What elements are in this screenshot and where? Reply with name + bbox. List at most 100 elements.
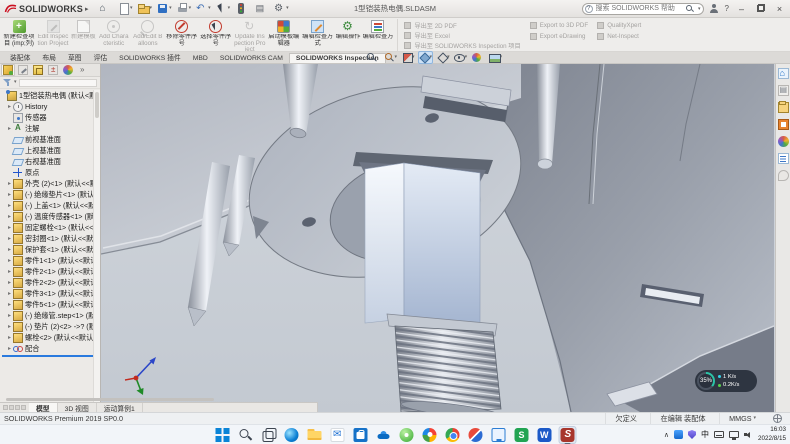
tray-monitor-icon[interactable]: [729, 431, 739, 438]
tree-item[interactable]: ▸ (-) 绝缘垫片<1> (默认<<默认>_显: [0, 189, 100, 200]
taskbar-item[interactable]: [214, 426, 232, 444]
dropdown-caret-icon[interactable]: ▾: [130, 6, 133, 11]
taskbar-item[interactable]: [536, 426, 554, 444]
taskbar-item[interactable]: [398, 426, 416, 444]
taskbar-item[interactable]: [513, 426, 531, 444]
taskbar-item[interactable]: [352, 426, 370, 444]
ribbon-button[interactable]: 编辑检查方: [362, 19, 395, 51]
dropdown-caret-icon[interactable]: ▾: [753, 416, 756, 421]
expand-caret-icon[interactable]: ▸: [6, 103, 13, 110]
tab-nav-buttons[interactable]: [0, 403, 29, 412]
tree-item[interactable]: ▸ 保护套<1> (默认<<默认>_显示状: [0, 244, 100, 255]
tree-item[interactable]: ▸ 右视基准面: [0, 156, 100, 167]
status-item[interactable]: 欠定义 ▾: [605, 413, 650, 424]
tree-root-item[interactable]: ▸ 1型铠装热电偶 (默认<默认_显示状态-1: [0, 90, 100, 101]
ribbon-button[interactable]: Add Characteristic: [97, 19, 131, 51]
expand-caret-icon[interactable]: ▸: [6, 312, 13, 319]
filter-caret-icon[interactable]: ▾: [14, 80, 17, 85]
tree-item[interactable]: ▸ 零件2<1> (默认<<默认>_显示状态: [0, 266, 100, 277]
manager-tab[interactable]: [31, 64, 45, 76]
globe-icon[interactable]: [773, 414, 782, 423]
menu-flyout-arrow[interactable]: ▸: [85, 5, 89, 13]
task-pane-tab[interactable]: [777, 84, 790, 97]
task-pane-tab[interactable]: [777, 101, 790, 114]
ribbon-button[interactable]: Update Inspection Project: [233, 19, 267, 51]
expand-caret-icon[interactable]: ▸: [6, 180, 13, 187]
expand-caret-icon[interactable]: ▸: [6, 301, 13, 308]
dropdown-caret-icon[interactable]: ▾: [189, 6, 192, 11]
expand-caret-icon[interactable]: ▸: [6, 257, 13, 264]
minimize-button[interactable]: –: [735, 3, 748, 15]
dropdown-caret-icon[interactable]: ▾: [228, 6, 231, 11]
search-caret-icon[interactable]: ▾: [698, 6, 701, 12]
quick-tool-button[interactable]: ▾: [99, 3, 114, 14]
ribbon-tab[interactable]: SOLIDWORKS 插件: [113, 51, 187, 63]
ribbon-button[interactable]: Edit Inspection Project: [36, 19, 70, 51]
close-button[interactable]: ×: [773, 3, 786, 15]
expand-caret-icon[interactable]: ▸: [6, 246, 13, 253]
export-button[interactable]: 导出至 SOLIDWORKS Inspection 项目: [404, 41, 520, 50]
keyboard-icon[interactable]: [714, 431, 724, 438]
tree-item[interactable]: ▸ 前视基准面: [0, 134, 100, 145]
tree-item[interactable]: ▸ 注解: [0, 123, 100, 134]
taskbar-item[interactable]: [283, 426, 301, 444]
export-button[interactable]: 导出至 2D PDF: [404, 21, 520, 30]
tray-shield-icon[interactable]: [688, 430, 696, 439]
taskbar-item[interactable]: [490, 426, 508, 444]
manager-tab[interactable]: [1, 64, 15, 76]
tree-item[interactable]: ▸ 零件1<1> (默认<<默认>_显示状态: [0, 255, 100, 266]
taskbar-item[interactable]: [260, 426, 278, 444]
taskbar-item[interactable]: [306, 426, 324, 444]
quick-tool-button[interactable]: ▾: [196, 3, 211, 14]
tree-item[interactable]: ▸ 固定螺栓<1> (默认<<默认>_显示: [0, 222, 100, 233]
quick-tool-button[interactable]: ▾: [235, 3, 250, 14]
taskbar-clock[interactable]: 16:03 2022/8/15: [758, 426, 786, 442]
task-pane-tab[interactable]: [777, 67, 790, 80]
quick-tool-button[interactable]: ▾: [274, 3, 289, 14]
manager-tab[interactable]: [16, 64, 30, 76]
tray-expand-icon[interactable]: ∧: [664, 431, 669, 439]
dropdown-caret-icon[interactable]: ▾: [208, 6, 211, 11]
ribbon-button[interactable]: 选择零件序号: [199, 19, 233, 51]
ribbon-button[interactable]: 编辑检查方式: [301, 19, 335, 51]
status-item[interactable]: MMGS ▾: [719, 413, 765, 424]
filter-icon[interactable]: [3, 78, 12, 87]
view-tab[interactable]: 运动算例1: [97, 403, 143, 412]
expand-caret-icon[interactable]: ▸: [6, 202, 13, 209]
scrollbar-thumb[interactable]: [95, 92, 99, 118]
tree-item[interactable]: ▸ (-) 温度传感器<1> (默认<<默认>_: [0, 211, 100, 222]
export-button[interactable]: Export eDrawing: [530, 32, 589, 42]
taskbar-item[interactable]: [444, 426, 462, 444]
view-tab[interactable]: 模型: [29, 403, 58, 412]
export-button[interactable]: Net-Inspect: [597, 32, 641, 42]
quick-tool-button[interactable]: ▾: [177, 3, 192, 14]
export-button[interactable]: Export to 3D PDF: [530, 21, 589, 31]
taskbar-item[interactable]: [375, 426, 393, 444]
ribbon-tab[interactable]: SOLIDWORKS CAM: [214, 54, 289, 63]
tree-item[interactable]: ▸ (-) 绝缘管.step<1> (默认<<默认>: [0, 310, 100, 321]
dropdown-caret-icon[interactable]: ▾: [150, 6, 153, 11]
tree-item[interactable]: ▸ 螺栓<2> (默认<<默认>_显示状态: [0, 332, 100, 343]
expand-caret-icon[interactable]: ▸: [6, 191, 13, 198]
headsup-button[interactable]: ▾: [470, 51, 486, 64]
ribbon-tab[interactable]: 布局: [36, 51, 62, 63]
network-speed-overlay[interactable]: 35% 1 K/s 0.2K/s: [695, 370, 757, 392]
headsup-button[interactable]: ▾: [365, 51, 381, 64]
tree-item[interactable]: ▸ 原点: [0, 167, 100, 178]
taskbar-item[interactable]: [421, 426, 439, 444]
expand-caret-icon[interactable]: ▸: [6, 323, 13, 330]
headsup-button[interactable]: ▾: [400, 51, 416, 64]
tree-item[interactable]: ▸ 配合: [0, 343, 100, 354]
headsup-button[interactable]: ▾: [435, 51, 451, 64]
expand-caret-icon[interactable]: ▸: [6, 268, 13, 275]
status-item[interactable]: 在编辑 装配体 ▾: [650, 413, 719, 424]
tree-item[interactable]: ▸ History: [0, 101, 100, 112]
tree-scrollbar[interactable]: [93, 90, 100, 408]
export-button[interactable]: QualityXpert: [597, 21, 641, 31]
volume-icon[interactable]: [744, 431, 753, 439]
view-tab[interactable]: 3D 视图: [58, 403, 97, 412]
headsup-button[interactable]: ▾: [418, 51, 434, 64]
tree-item[interactable]: ▸ 外壳 (2)<1> (默认<<默认>_显示状: [0, 178, 100, 189]
ribbon-tab[interactable]: 装配体: [4, 51, 36, 63]
headsup-button[interactable]: ▾: [383, 51, 399, 64]
